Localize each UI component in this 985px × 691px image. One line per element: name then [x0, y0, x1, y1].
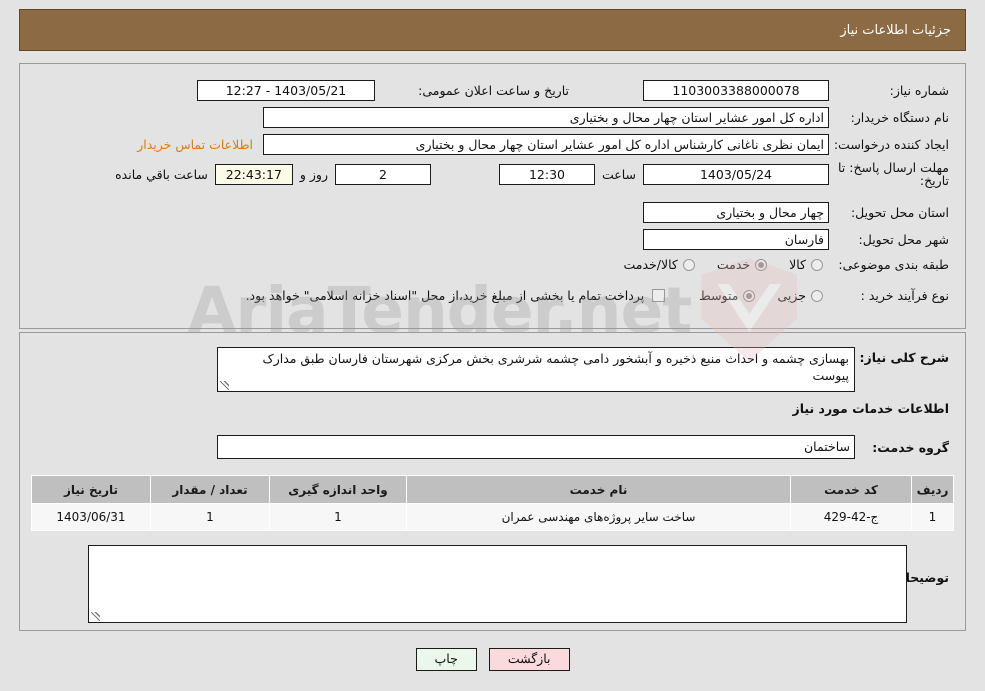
remaining-time-label: ساعت باقي مانده: [115, 166, 208, 182]
creator-value: ایمان نظری ناغانی کارشناس اداره کل امور …: [263, 134, 829, 155]
buyer-contact-link[interactable]: اطلاعات تماس خریدار: [137, 137, 253, 152]
col-row-no: ردیف: [911, 475, 954, 504]
radio-kala-icon[interactable]: [811, 258, 823, 271]
city-value: فارسان: [643, 229, 829, 250]
remaining-days-unit: روز و: [299, 166, 328, 182]
general-desc-row: شرح کلی نیاز:: [859, 350, 949, 365]
process-option-jozi[interactable]: جزیی: [777, 288, 823, 303]
announce-datetime-value: 1403/05/21 - 12:27: [197, 80, 375, 101]
category-option-kala-khedmat-label: کالا/خدمت: [623, 257, 678, 272]
radio-khedmat-icon[interactable]: [755, 258, 768, 271]
need-number-row: شماره نیاز: 1103003388000078: [643, 80, 949, 101]
col-service-code: کد خدمت: [790, 475, 912, 504]
process-option-motevaset[interactable]: متوسط: [699, 288, 756, 303]
cell-need-date: 1403/06/31: [31, 503, 151, 531]
creator-row: ایجاد کننده درخواست: ایمان نظری ناغانی ک…: [137, 134, 949, 155]
process-row: نوع فرآیند خرید : جزیی متوسط پرداخت تمام…: [246, 288, 949, 303]
deadline-time-label: ساعت: [601, 166, 636, 182]
deadline-date-value: 1403/05/24: [643, 163, 829, 185]
general-desc-textarea[interactable]: بهسازی چشمه و احداث منبع ذخیره و آبشخور …: [217, 347, 855, 392]
radio-jozi-icon[interactable]: [811, 289, 823, 302]
need-number-value: 1103003388000078: [643, 80, 829, 101]
cell-service-name: ساخت سایر پروژه‌های مهندسی عمران: [406, 503, 791, 531]
radio-kala-khedmat-icon[interactable]: [682, 258, 695, 271]
remaining-days-value: 2: [334, 163, 431, 185]
cell-quantity: 1: [150, 503, 270, 531]
services-table-wrapper: ردیف کد خدمت نام خدمت واحد اندازه گیری ت…: [31, 475, 954, 531]
table-header-row: ردیف کد خدمت نام خدمت واحد اندازه گیری ت…: [31, 475, 954, 504]
category-option-kala[interactable]: کالا: [789, 257, 823, 272]
category-option-kala-khedmat[interactable]: کالا/خدمت: [623, 257, 695, 272]
province-label: استان محل تحویل:: [850, 205, 949, 220]
buyer-org-row: نام دستگاه خریدار: اداره کل امور عشایر ا…: [263, 107, 949, 128]
cell-row-no: 1: [911, 503, 954, 531]
province-value: چهار محال و بختیاری: [643, 202, 829, 223]
services-table: ردیف کد خدمت نام خدمت واحد اندازه گیری ت…: [31, 475, 954, 531]
col-unit: واحد اندازه گیری: [269, 475, 407, 504]
buyer-org-value: اداره کل امور عشایر استان چهار محال و بخ…: [263, 107, 829, 128]
deadline-time-value: 12:30: [498, 163, 595, 185]
treasury-checkbox-label: پرداخت تمام یا بخشی از مبلغ خرید،از محل …: [245, 288, 645, 303]
announce-datetime-row: تاریخ و ساعت اعلان عمومی: 1403/05/21 - 1…: [197, 80, 569, 101]
col-need-date: تاریخ نیاز: [31, 475, 151, 504]
deadline-label: مهلت ارسال پاسخ: تا تاریخ:: [838, 160, 949, 188]
announce-datetime-label: تاریخ و ساعت اعلان عمومی:: [418, 83, 569, 98]
need-summary-panel: شماره نیاز: 1103003388000078 تاریخ و ساع…: [19, 63, 966, 329]
table-row: 1 ج-42-429 ساخت سایر پروژه‌های مهندسی عم…: [31, 503, 954, 531]
cell-service-code: ج-42-429: [790, 503, 912, 531]
creator-label: ایجاد کننده درخواست:: [833, 137, 949, 152]
service-group-value: ساختمان: [217, 435, 855, 459]
category-row: طبقه بندی موضوعی: کالا خدمت کالا/خدمت: [623, 257, 949, 272]
remaining-time-value: 22:43:17: [214, 163, 293, 185]
back-button[interactable]: بازگشت: [488, 648, 570, 671]
need-details-panel: شرح کلی نیاز: بهسازی چشمه و احداث منبع ذ…: [19, 332, 966, 631]
city-row: شهر محل تحویل: فارسان: [643, 229, 949, 250]
process-option-motevaset-label: متوسط: [699, 288, 739, 303]
radio-motevaset-icon[interactable]: [743, 289, 756, 302]
general-desc-label: شرح کلی نیاز:: [859, 350, 949, 365]
col-service-name: نام خدمت: [406, 475, 791, 504]
province-row: استان محل تحویل: چهار محال و بختیاری: [643, 202, 949, 223]
buyer-notes-textarea[interactable]: [88, 545, 907, 623]
category-label: طبقه بندی موضوعی:: [838, 257, 949, 272]
footer-button-bar: بازگشت چاپ: [0, 648, 985, 671]
page-header: جزئیات اطلاعات نیاز: [19, 9, 966, 51]
print-button[interactable]: چاپ: [415, 648, 477, 671]
city-label: شهر محل تحویل:: [858, 232, 949, 247]
services-section-heading: اطلاعات خدمات مورد نیاز: [792, 401, 950, 416]
cell-unit: 1: [269, 503, 407, 531]
service-group-label: گروه خدمت:: [872, 439, 949, 455]
service-group-row: گروه خدمت: ساختمان: [217, 435, 949, 459]
category-option-khedmat-label: خدمت: [716, 257, 751, 272]
buyer-org-label: نام دستگاه خریدار:: [850, 110, 949, 125]
page-title: جزئیات اطلاعات نیاز: [840, 22, 951, 38]
category-option-khedmat[interactable]: خدمت: [716, 257, 768, 272]
process-option-jozi-label: جزیی: [777, 288, 806, 303]
treasury-checkbox[interactable]: [652, 289, 666, 302]
need-number-label: شماره نیاز:: [889, 83, 949, 98]
process-label: نوع فرآیند خرید :: [860, 288, 949, 303]
category-option-kala-label: کالا: [789, 257, 806, 272]
col-quantity: تعداد / مقدار: [150, 475, 270, 504]
deadline-row: مهلت ارسال پاسخ: تا تاریخ: 1403/05/24 سا…: [115, 161, 949, 187]
